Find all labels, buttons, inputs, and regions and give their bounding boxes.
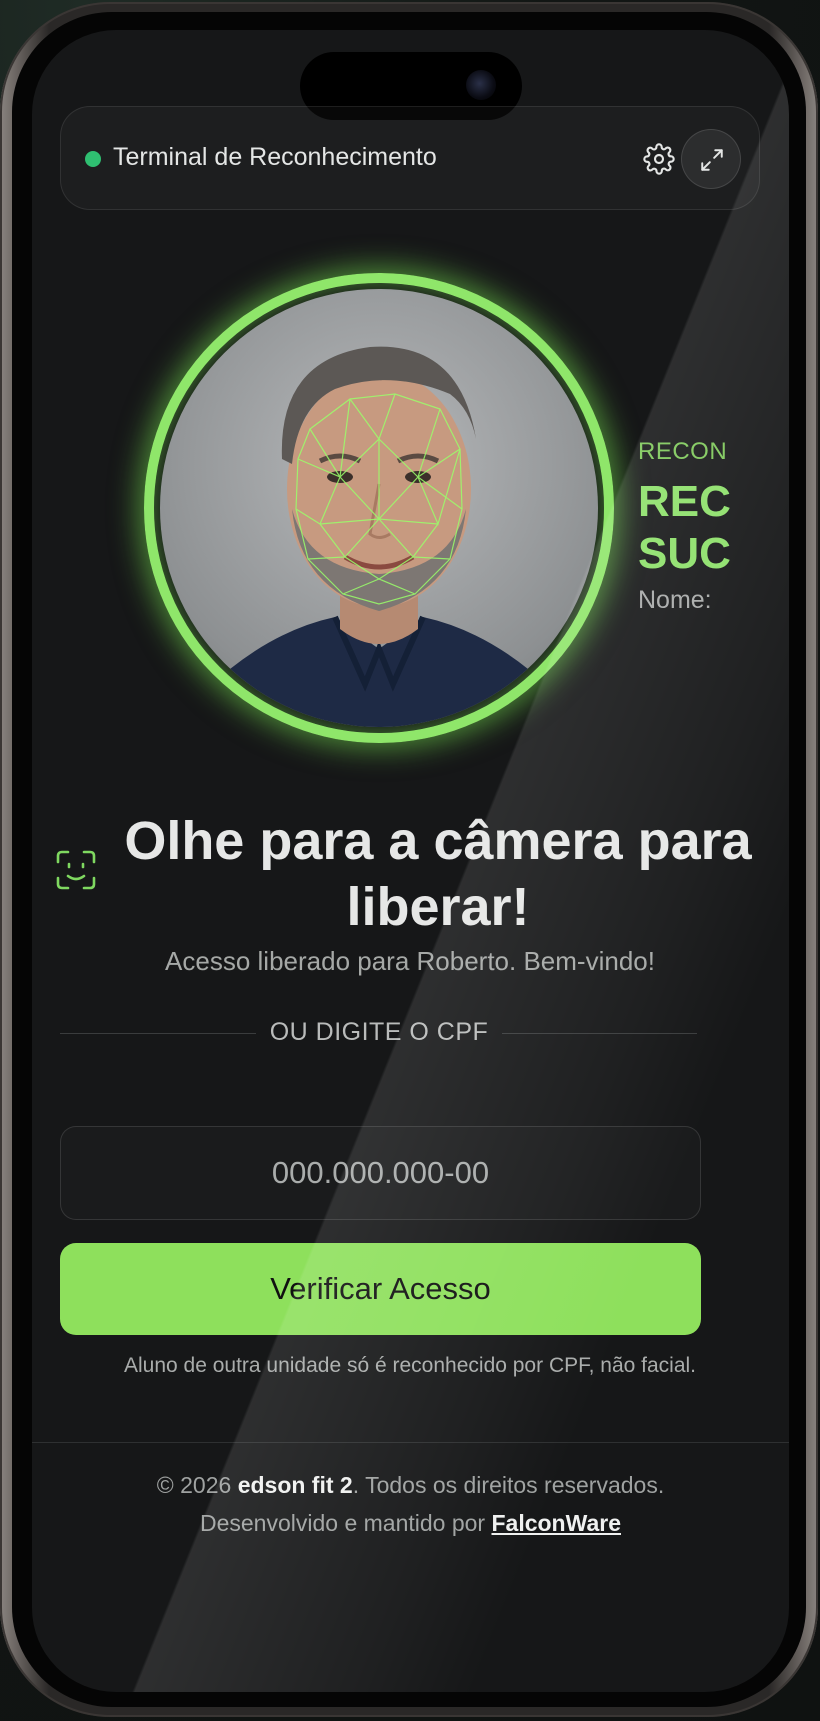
app-screen: Terminal de Reconhecimento RECON REC SUC… [32, 30, 789, 1692]
footer-developer: Desenvolvido e mantido por FalconWare [32, 1510, 789, 1537]
access-status-message: Acesso liberado para Roberto. Bem-vindo! [165, 946, 655, 976]
developer-prefix: Desenvolvido e mantido por [199, 1510, 492, 1536]
gear-icon [643, 143, 675, 175]
falconware-link[interactable]: FalconWare [491, 1510, 621, 1536]
face-portrait-with-mesh [200, 346, 558, 727]
online-status-indicator [85, 151, 101, 167]
footer-copyright: © 2026 edson fit 2. Todos os direitos re… [32, 1472, 789, 1499]
copyright-prefix: © 2026 [156, 1472, 238, 1498]
verify-access-button[interactable]: Verificar Acesso [60, 1243, 701, 1335]
result-title-line2: SUC [638, 529, 731, 578]
terminal-title: Terminal de Reconhecimento [113, 143, 437, 171]
result-title: REC SUC [638, 476, 731, 580]
main-instruction-title: Olhe para a câmera para liberar! [124, 811, 752, 937]
copyright-suffix: . Todos os direitos reservados. [352, 1472, 665, 1498]
brand-name: edson fit 2 [237, 1472, 353, 1498]
camera-feed [160, 289, 598, 727]
recognition-result-panel: RECON REC SUC Nome: [638, 438, 731, 615]
divider-line-right [502, 1033, 697, 1034]
result-kicker: RECON [638, 438, 728, 465]
settings-button[interactable] [643, 143, 675, 175]
result-name-label: Nome: [638, 586, 712, 614]
cpf-only-note: Aluno de outra unidade só é reconhecido … [123, 1354, 697, 1377]
cpf-input[interactable] [60, 1126, 701, 1220]
expand-icon [701, 149, 723, 171]
front-camera-lens [466, 70, 496, 100]
result-title-line1: REC [638, 477, 731, 526]
terminal-header: Terminal de Reconhecimento [60, 106, 760, 210]
cpf-divider-label: OU DIGITE O CPF [269, 1018, 489, 1046]
fullscreen-button[interactable] [681, 129, 741, 189]
divider-line-left [60, 1033, 256, 1034]
footer-divider [32, 1442, 789, 1443]
face-id-icon [56, 850, 96, 890]
